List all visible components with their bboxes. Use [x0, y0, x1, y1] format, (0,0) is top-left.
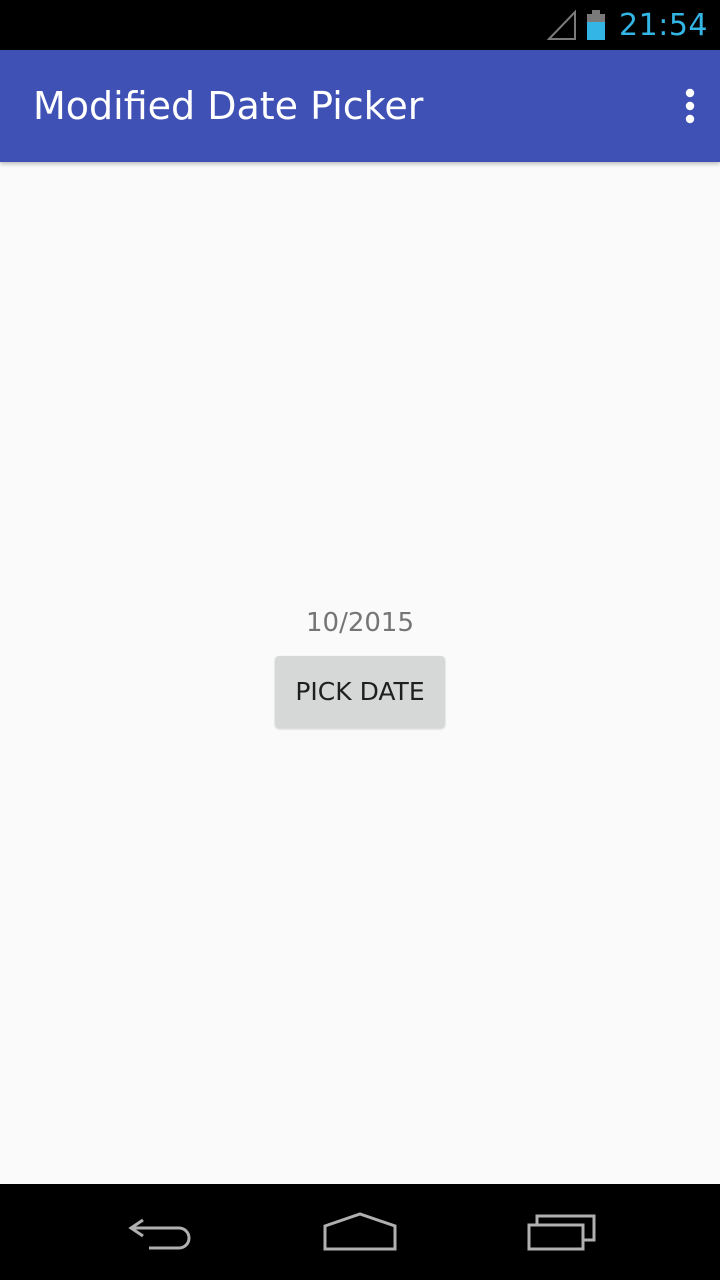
back-button[interactable] [110, 1202, 210, 1262]
status-bar: 21:54 [0, 0, 720, 50]
status-icons: 21:54 [547, 0, 708, 50]
signal-icon [547, 9, 577, 40]
app-title: Modified Date Picker [33, 84, 424, 128]
home-button[interactable] [310, 1202, 410, 1262]
app-bar: Modified Date Picker [0, 50, 720, 162]
content-area: 10/2015 PICK DATE [0, 162, 720, 1184]
home-icon [323, 1212, 397, 1251]
overflow-menu-button[interactable] [628, 78, 700, 134]
overflow-menu-icon [685, 88, 695, 124]
navigation-bar [0, 1184, 720, 1280]
status-clock: 21:54 [619, 7, 708, 43]
selected-date-text: 10/2015 [305, 608, 414, 638]
recents-icon [527, 1214, 596, 1251]
back-icon [128, 1218, 191, 1250]
recents-button[interactable] [512, 1202, 612, 1262]
battery-icon [587, 10, 606, 40]
pick-date-button[interactable]: PICK DATE [275, 656, 445, 728]
screen: 21:54 Modified Date Picker 10/2015 PICK … [0, 0, 720, 1280]
